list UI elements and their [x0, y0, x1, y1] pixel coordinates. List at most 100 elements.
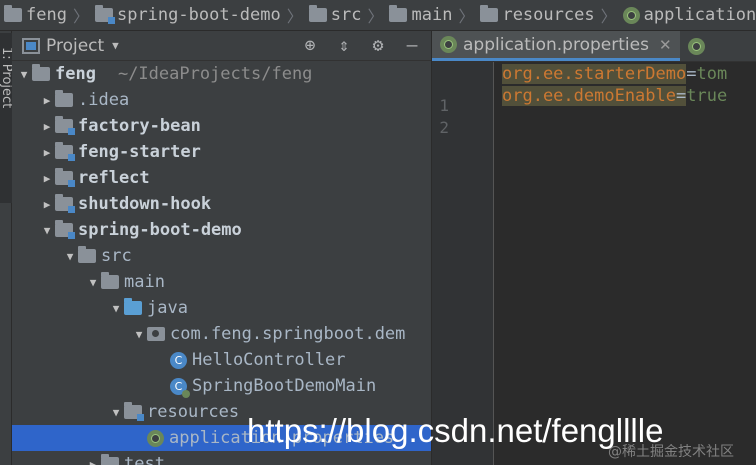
module-folder-icon: [94, 5, 115, 24]
tree-node[interactable]: C SpringBootDemoMain: [12, 373, 431, 399]
gear-icon[interactable]: ⚙: [369, 35, 387, 56]
project-tool-window-button[interactable]: 1: Project: [0, 33, 14, 203]
project-view-selector[interactable]: Project: [46, 36, 104, 56]
collapse-arrow-icon[interactable]: ▶: [39, 146, 55, 159]
folder-icon: [55, 90, 73, 107]
locate-icon[interactable]: ⊕: [301, 35, 319, 56]
resources-folder-icon: [124, 402, 144, 421]
source-folder-icon: [124, 298, 142, 315]
tree-node-label: reflect: [78, 168, 150, 188]
folder-icon: [308, 5, 327, 22]
tree-node-label: .idea: [78, 90, 130, 110]
project-panel-header: Project ▼ ⊕ ⇕ ⚙ —: [12, 31, 431, 61]
code-line[interactable]: org.ee.demoEnable=true: [502, 86, 727, 106]
breadcrumb-item-feng[interactable]: feng: [4, 5, 67, 25]
tree-node-label: HelloController: [192, 350, 346, 370]
collapse-arrow-icon[interactable]: ▶: [39, 120, 55, 133]
tree-node-label: feng: [55, 64, 96, 84]
tree-node-label: feng-starter: [78, 142, 201, 162]
line-number: 1: [439, 96, 449, 115]
tree-node-path: ~/IdeaProjects/feng: [117, 64, 313, 84]
property-key: org.ee.demoEnable: [502, 86, 676, 106]
module-folder-icon: [55, 168, 75, 187]
editor: application.properties ✕ 1 2 org.ee.star…: [432, 31, 756, 465]
breadcrumb-separator: 〉: [72, 7, 89, 26]
tree-node[interactable]: ▶ shutdown-hook: [12, 191, 431, 217]
expand-arrow-icon[interactable]: ▼: [16, 68, 32, 81]
breadcrumb-item-application[interactable]: application.: [622, 5, 756, 25]
resources-folder-icon: [480, 5, 499, 22]
tree-node-label: java: [147, 298, 188, 318]
package-icon: [147, 327, 165, 341]
tab-application-properties[interactable]: application.properties ✕: [432, 31, 680, 61]
folder-icon: [101, 272, 119, 289]
tree-node-label: resources: [147, 402, 240, 422]
property-value: true: [686, 86, 728, 106]
spring-properties-icon: [147, 429, 164, 447]
spring-main-class-icon: C: [170, 377, 190, 398]
collapse-arrow-icon[interactable]: ▶: [39, 94, 55, 107]
breadcrumb: feng 〉 spring-boot-demo 〉 src 〉 main 〉 r…: [0, 0, 756, 31]
tree-node[interactable]: ▶ feng-starter: [12, 139, 431, 165]
tree-node[interactable]: ▼ src: [12, 243, 431, 269]
breadcrumb-separator: 〉: [600, 7, 617, 26]
tree-node[interactable]: C HelloController: [12, 347, 431, 373]
tree-node-label: SpringBootDemoMain: [192, 376, 377, 396]
module-folder-icon: [55, 116, 75, 135]
tree-node[interactable]: ▼ main: [12, 269, 431, 295]
collapse-icon[interactable]: ⇕: [335, 35, 353, 56]
expand-arrow-icon[interactable]: ▼: [131, 328, 147, 341]
folder-icon: [32, 64, 50, 81]
tree-node[interactable]: ▼ com.feng.springboot.dem: [12, 321, 431, 347]
expand-arrow-icon[interactable]: ▼: [108, 406, 124, 419]
tree-node[interactable]: ▼ java: [12, 295, 431, 321]
breadcrumb-item-spring-boot-demo[interactable]: spring-boot-demo: [94, 5, 281, 25]
breadcrumb-separator: 〉: [367, 7, 384, 26]
tab-next[interactable]: [680, 31, 713, 61]
breadcrumb-separator: 〉: [286, 7, 303, 26]
minimize-icon[interactable]: —: [403, 35, 421, 56]
folder-icon: [4, 5, 22, 22]
folder-icon: [101, 454, 119, 465]
expand-arrow-icon[interactable]: ▼: [85, 276, 101, 289]
code-line[interactable]: org.ee.starterDemo=tom: [502, 64, 727, 84]
collapse-arrow-icon[interactable]: ▶: [39, 198, 55, 211]
breadcrumb-item-src[interactable]: src: [308, 5, 361, 25]
left-tool-stripe: 1: Project: [0, 31, 14, 465]
close-icon[interactable]: ✕: [659, 36, 672, 54]
line-number: 2: [439, 118, 449, 137]
expand-arrow-icon[interactable]: ▼: [39, 224, 55, 237]
collapse-arrow-icon[interactable]: ▶: [39, 172, 55, 185]
editor-tab-bar: application.properties ✕: [432, 31, 756, 62]
equals-sign: =: [686, 64, 697, 84]
chevron-down-icon[interactable]: ▼: [112, 39, 119, 52]
spring-class-icon: [687, 37, 705, 55]
watermark-url: https://blog.csdn.net/fenglllle: [247, 412, 664, 449]
module-folder-icon: [55, 194, 75, 213]
folder-icon: [78, 246, 96, 263]
tree-node-label: factory-bean: [78, 116, 201, 136]
breadcrumb-item-resources[interactable]: resources: [480, 5, 595, 25]
tree-node[interactable]: ▼ feng ~/IdeaProjects/feng: [12, 61, 431, 87]
expand-arrow-icon[interactable]: ▼: [62, 250, 78, 263]
folder-icon: [389, 5, 408, 22]
tree-node-label: main: [124, 272, 165, 292]
project-icon: [22, 37, 40, 54]
project-panel-toolbar: ⊕ ⇕ ⚙ —: [301, 35, 431, 56]
spring-properties-icon: [622, 6, 640, 24]
tree-node[interactable]: ▶ .idea: [12, 87, 431, 113]
line-number-gutter: 1 2: [432, 62, 494, 465]
collapse-arrow-icon[interactable]: ▶: [85, 458, 101, 465]
watermark-community: @稀土掘金技术社区: [608, 444, 734, 460]
tree-node-label: src: [101, 246, 132, 266]
tree-node[interactable]: ▶ reflect: [12, 165, 431, 191]
spring-properties-icon: [440, 36, 457, 53]
expand-arrow-icon[interactable]: ▼: [108, 302, 124, 315]
property-value: tom: [696, 64, 728, 84]
tree-node[interactable]: ▶ test: [12, 451, 431, 465]
tree-node-label: com.feng.springboot.dem: [170, 324, 406, 344]
tree-node[interactable]: ▼ spring-boot-demo: [12, 217, 431, 243]
tree-node[interactable]: ▶ factory-bean: [12, 113, 431, 139]
class-icon: C: [170, 351, 187, 369]
breadcrumb-item-main[interactable]: main: [389, 5, 452, 25]
